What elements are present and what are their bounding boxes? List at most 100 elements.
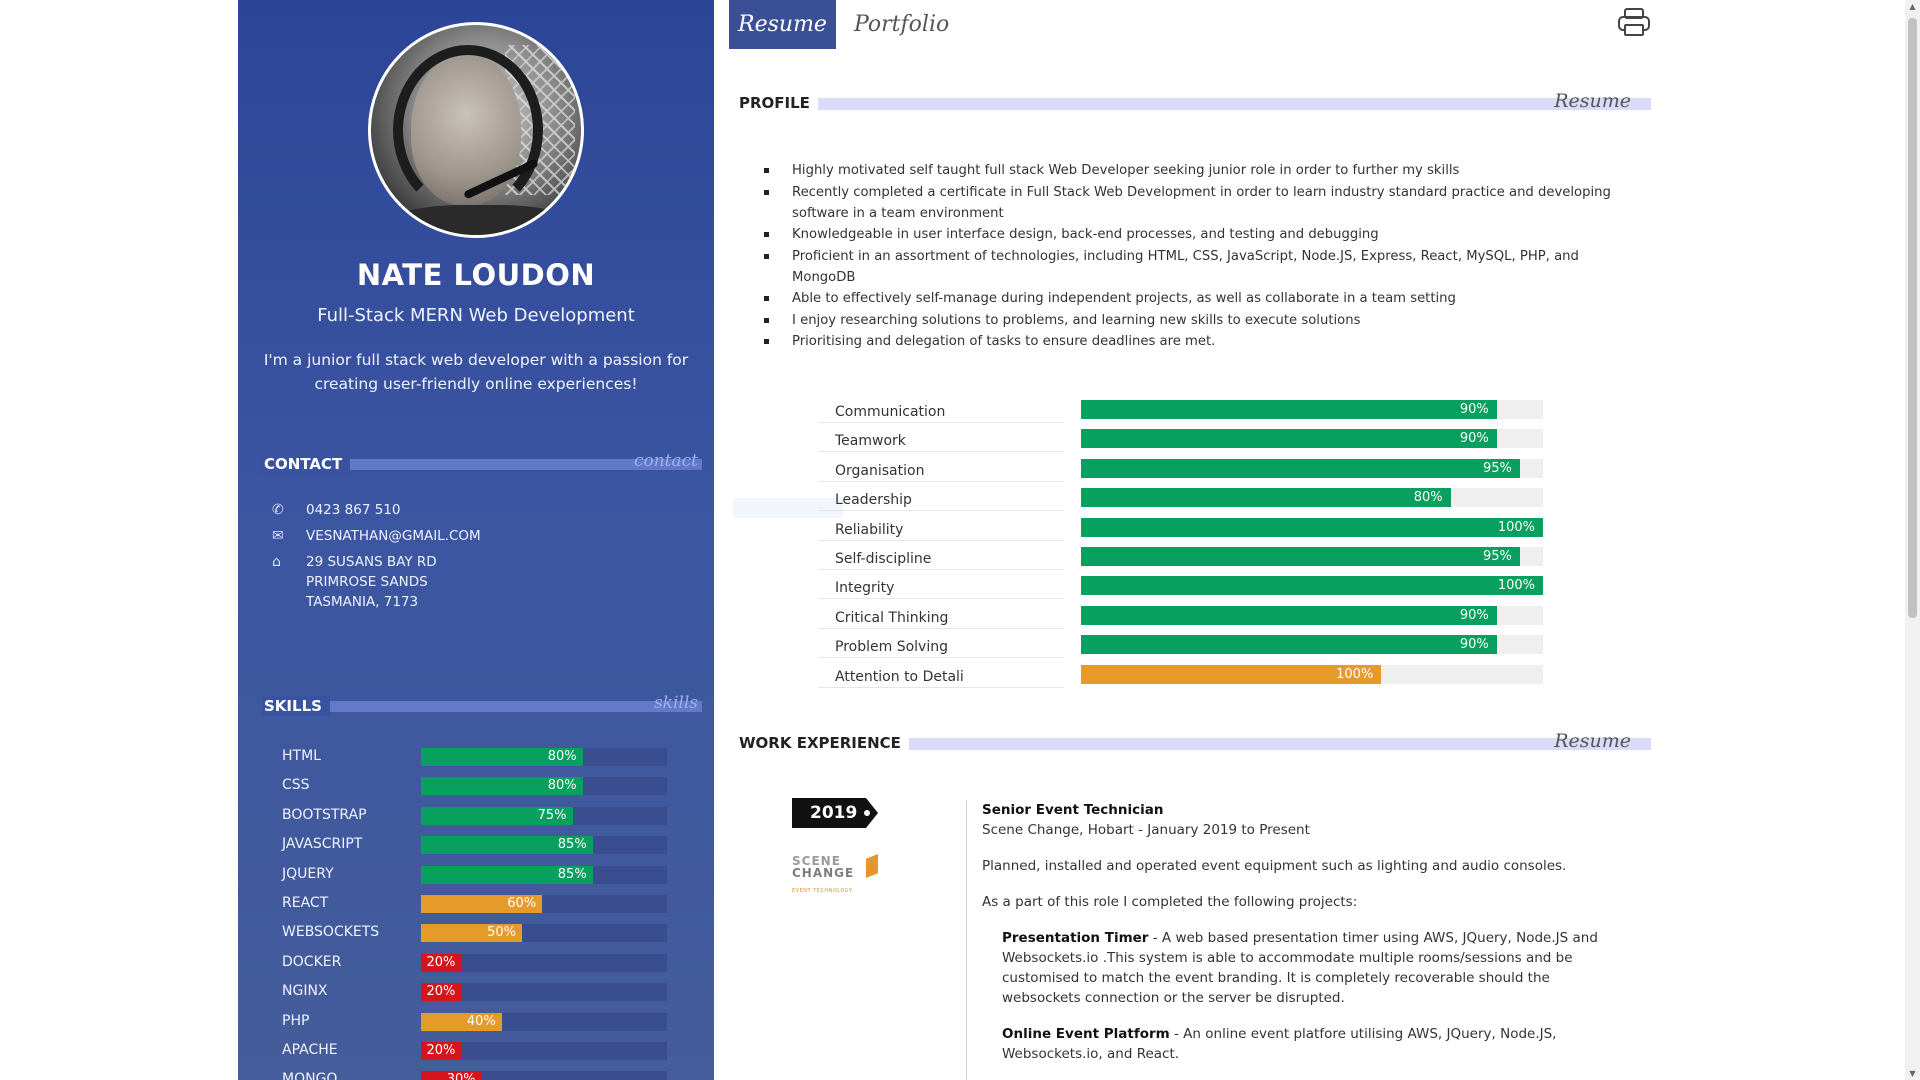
attribute-bar-fill: 90% (1081, 429, 1497, 449)
project-name: Online Event Platform (1002, 1026, 1170, 1042)
skill-bar-track: 85% (421, 836, 667, 855)
email-text[interactable]: VESNATHAN@GMAIL.COM (306, 526, 481, 546)
phone-icon: ✆ (272, 502, 284, 518)
profile-bullet: Prioritising and delegation of tasks to … (764, 331, 1624, 352)
profile-bullet: Knowledgeable in user interface design, … (764, 224, 1624, 245)
skill-row: DOCKER 20% (282, 950, 682, 979)
attribute-label: Reliability (835, 521, 904, 538)
attribute-list: Communication 90% Teamwork 90% Organisation 9… (818, 398, 1543, 692)
skill-row: REACT 60% (282, 891, 682, 920)
skill-bar-fill: 75% (421, 806, 573, 825)
profile-bullet: Able to effectively self-manage during i… (764, 288, 1624, 309)
skill-bar-fill: 85% (421, 865, 593, 884)
profile-bullet-list: Highly motivated self taught full stack … (764, 160, 1624, 353)
attribute-row: Self-discipline 95% (818, 545, 1543, 574)
attribute-bar-fill: 90% (1081, 605, 1497, 625)
skill-row: BOOTSTRAP 75% (282, 803, 682, 832)
scroll-down-icon[interactable]: ▼ (1908, 1069, 1917, 1078)
attribute-label: Leadership (835, 492, 912, 509)
attribute-label: Self-discipline (835, 550, 932, 567)
scrollbar[interactable]: ▲ ▼ (1905, 0, 1920, 1080)
profile-heading-script: Resume (1554, 90, 1631, 112)
year-label: 2019 (792, 798, 878, 828)
attribute-bar-track: 100% (1081, 517, 1543, 537)
attribute-row: Teamwork 90% (818, 427, 1543, 456)
printer-icon (1618, 8, 1650, 36)
attribute-label: Communication (835, 404, 946, 420)
sidebar: NATE LOUDON Full-Stack MERN Web Developm… (238, 0, 714, 1080)
contact-email: ✉ VESNATHAN@GMAIL.COM (272, 526, 692, 546)
skill-bar-track: 30% (421, 1071, 667, 1080)
profile-role: Full-Stack MERN Web Development (317, 305, 635, 326)
skill-row: WEBSOCKETS 50% (282, 920, 682, 949)
skill-bar-fill: 30% (421, 1071, 482, 1080)
attribute-bar-fill: 100% (1081, 517, 1543, 537)
skill-label: JAVASCRIPT (282, 836, 363, 853)
attribute-row: Reliability 100% (818, 516, 1543, 545)
skill-bar-fill: 40% (421, 1012, 502, 1031)
skill-row: CSS 80% (282, 773, 682, 802)
job-company: Scene Change, Hobart - January 2019 to P… (982, 822, 1310, 838)
tab-resume[interactable]: Resume (729, 0, 836, 49)
attribute-bar-track: 90% (1081, 635, 1543, 655)
skill-bar-fill: 85% (421, 836, 593, 855)
profile-bullet: Highly motivated self taught full stack … (764, 160, 1624, 181)
attribute-bar-track: 90% (1081, 605, 1543, 625)
skill-bar-track: 75% (421, 806, 667, 825)
attribute-bar-track: 100% (1081, 576, 1543, 596)
scroll-up-icon[interactable]: ▲ (1908, 2, 1917, 11)
skill-bar-track: 80% (421, 748, 667, 766)
print-button[interactable] (1616, 6, 1652, 38)
profile-bullet: I enjoy researching solutions to problem… (764, 310, 1624, 331)
home-icon: ⌂ (272, 554, 281, 570)
skill-row: JAVASCRIPT 85% (282, 832, 682, 861)
company-logo: SCENE CHANGE EVENT TECHNOLOGY (792, 852, 884, 896)
skill-label: CSS (282, 777, 310, 794)
timeline-line (966, 800, 967, 1080)
skills-heading: SKILLS skills (262, 693, 702, 716)
skill-label: REACT (282, 894, 329, 911)
skill-bar-fill: 20% (421, 953, 462, 972)
skill-label: BOOTSTRAP (282, 806, 367, 823)
skills-heading-label: SKILLS (262, 696, 330, 716)
skill-label: HTML (282, 748, 321, 764)
profile-name: NATE LOUDON (356, 258, 596, 292)
resume-page: NATE LOUDON Full-Stack MERN Web Developm… (0, 0, 1920, 1080)
skill-label: PHP (282, 1012, 310, 1029)
attribute-label: Organisation (835, 462, 925, 479)
attribute-label: Attention to Detali (835, 668, 964, 685)
scrollbar-thumb[interactable] (1908, 18, 1917, 618)
phone-text[interactable]: 0423 867 510 (306, 500, 400, 520)
skill-label: NGINX (282, 983, 328, 1000)
logo-text-change: CHANGE (792, 866, 855, 880)
skill-bar-track: 85% (421, 865, 667, 884)
attribute-row: Attention to Detali 100% (818, 663, 1543, 692)
attribute-bar-track: 95% (1081, 458, 1543, 478)
mail-icon: ✉ (272, 528, 284, 544)
attribute-bar-track: 80% (1081, 488, 1543, 508)
job-entry: Senior Event Technician Scene Change, Ho… (982, 800, 1622, 1080)
skill-bar-fill: 60% (421, 894, 543, 913)
job-summary: Planned, installed and operated event eq… (982, 858, 1567, 874)
attribute-label: Integrity (835, 580, 895, 597)
attribute-bar-fill: 95% (1081, 458, 1520, 478)
profile-heading-label: PROFILE (739, 92, 818, 114)
address-text: 29 SUSANS BAY RD PRIMROSE SANDS TASMANIA… (306, 554, 437, 610)
job-intro: As a part of this role I completed the f… (982, 894, 1358, 910)
tab-portfolio[interactable]: Portfolio (836, 0, 967, 49)
skill-label: MONGO (282, 1071, 338, 1080)
skill-bar-fill: 20% (421, 983, 462, 1002)
attribute-label: Problem Solving (835, 639, 948, 656)
attribute-bar-track: 100% (1081, 664, 1543, 684)
attribute-row: Problem Solving 90% (818, 633, 1543, 662)
skill-bar-track: 50% (421, 924, 667, 943)
skill-label: DOCKER (282, 953, 342, 970)
skill-bar-fill: 80% (421, 777, 583, 796)
attribute-bar-fill: 80% (1081, 488, 1451, 508)
attribute-label: Teamwork (835, 433, 906, 450)
skill-row: NGINX 20% (282, 979, 682, 1008)
contact-heading: CONTACT contact (262, 451, 702, 474)
project-item: Online Event Platform - An online event … (1002, 1024, 1622, 1064)
attribute-bar-track: 95% (1081, 546, 1543, 566)
skill-bar-track: 20% (421, 953, 667, 972)
